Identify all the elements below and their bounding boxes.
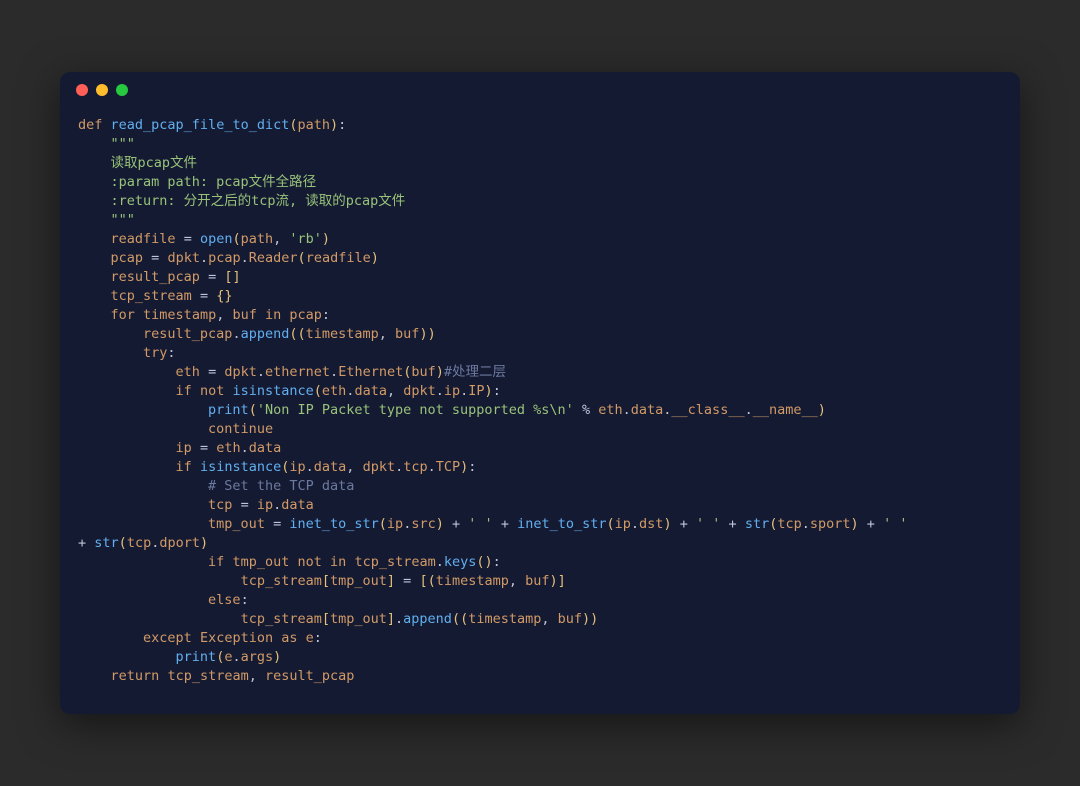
code-window: def read_pcap_file_to_dict(path): """ 读取… (60, 72, 1020, 714)
maximize-icon[interactable] (116, 84, 128, 96)
window-titlebar (60, 72, 1020, 108)
code-block: def read_pcap_file_to_dict(path): """ 读取… (60, 108, 1020, 714)
close-icon[interactable] (76, 84, 88, 96)
minimize-icon[interactable] (96, 84, 108, 96)
